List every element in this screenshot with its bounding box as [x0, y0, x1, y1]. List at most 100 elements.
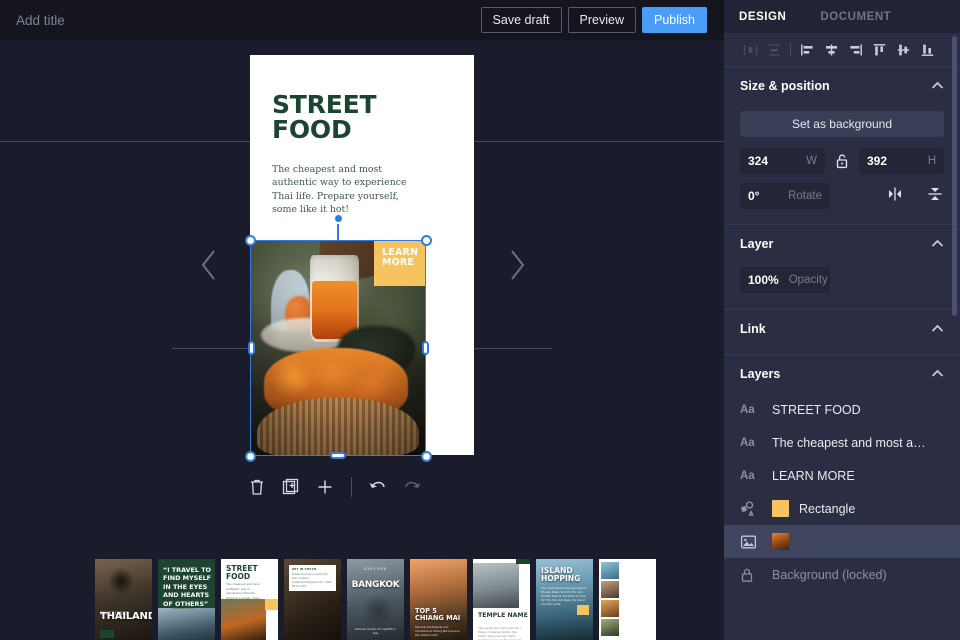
opacity-value: 100%: [748, 273, 779, 287]
page-photo-element[interactable]: LEARNMORE: [250, 240, 426, 455]
thumb-list[interactable]: [599, 559, 656, 640]
layer-item-body-text[interactable]: Aa The cheapest and most authent…: [724, 426, 960, 459]
page-thumbnail-strip: EXPERIENCE THAILAND “I TRAVEL TO FIND MY…: [0, 520, 724, 640]
align-center-horizontal-button[interactable]: [819, 38, 843, 62]
rotate-value: 0°: [748, 189, 759, 203]
thumb-caption: BANGKOK: [347, 581, 404, 590]
thumb-caption: TEMPLE NAME: [478, 613, 528, 620]
previous-page-arrow[interactable]: [196, 245, 222, 285]
thumb-caption: TOP 5 CHIANG MAI: [415, 608, 463, 622]
next-page-arrow[interactable]: [504, 245, 530, 285]
thumb-caption: ISLAND HOPPING: [541, 567, 589, 583]
thumb-island[interactable]: ISLAND HOPPING The most island hopping p…: [536, 559, 593, 640]
save-draft-button[interactable]: Save draft: [481, 7, 562, 33]
height-value: 392: [867, 154, 887, 168]
layer-item-rectangle[interactable]: Rectangle: [724, 492, 960, 525]
align-top-button[interactable]: [867, 38, 891, 62]
distribute-horizontal-button[interactable]: [738, 38, 762, 62]
undo-button[interactable]: [367, 476, 389, 498]
element-toolbar: [246, 472, 431, 502]
page-body-text[interactable]: The cheapest and most authentic way to e…: [272, 163, 412, 216]
thumb-thailand[interactable]: EXPERIENCE THAILAND: [95, 559, 152, 640]
layer-label: Rectangle: [799, 502, 855, 516]
top-bar: Save draft Preview Publish: [0, 0, 724, 40]
thumb-quote[interactable]: “I TRAVEL TO FIND MYSELF IN THE EYES AND…: [158, 559, 215, 640]
publish-button[interactable]: Publish: [642, 7, 707, 33]
chevron-up-icon: [931, 367, 944, 381]
flip-horizontal-icon[interactable]: [886, 186, 904, 207]
preview-button[interactable]: Preview: [568, 7, 636, 33]
height-unit-label: H: [928, 155, 936, 167]
chevron-up-icon: [931, 79, 944, 93]
layer-label: LEARN MORE: [772, 469, 855, 483]
height-input[interactable]: 392 H: [859, 148, 944, 174]
shapes-icon: [740, 501, 762, 516]
layers-heading: Layers: [740, 367, 780, 381]
thumb-caption: THAILAND: [100, 612, 148, 622]
image-icon: [740, 534, 762, 550]
padlock-icon: [740, 567, 762, 583]
delete-element-button[interactable]: [246, 476, 268, 498]
thumb-streetfood[interactable]: STREET FOOD The cheapest and most authen…: [221, 559, 278, 640]
set-as-background-button[interactable]: Set as background: [740, 111, 944, 137]
layer-section-header[interactable]: Layer: [724, 225, 960, 263]
top-bar-actions: Save draft Preview Publish: [481, 7, 707, 33]
width-value: 324: [748, 154, 768, 168]
toolbar-divider: [351, 477, 352, 497]
right-design-panel: DESIGN DOCUMENT: [724, 0, 960, 640]
learn-more-cta[interactable]: LEARNMORE: [374, 240, 426, 286]
thumb-caption: “I TRAVEL TO FIND MYSELF IN THE EYES AND…: [163, 566, 211, 608]
flip-vertical-icon[interactable]: [926, 185, 944, 208]
layer-item-learn-more[interactable]: Aa LEARN MORE: [724, 459, 960, 492]
thumb-contact[interactable]: GET IN TOUCH Experience the unique Thai …: [284, 559, 341, 640]
page-title-text[interactable]: STREETFOOD: [272, 93, 452, 142]
page-canvas[interactable]: STREETFOOD The cheapest and most authent…: [250, 55, 474, 455]
layers-section-header[interactable]: Layers: [724, 355, 960, 393]
distribute-vertical-button[interactable]: [762, 38, 786, 62]
thumb-bangkok[interactable]: EXPLORE BANGKOK Discover modern for nigh…: [347, 559, 404, 640]
alignment-toolbar: [724, 33, 960, 67]
layer-heading: Layer: [740, 237, 773, 251]
image-layer-thumbnail: [772, 533, 789, 550]
editor-root: Save draft Preview Publish STREETFOOD Th…: [0, 0, 960, 640]
align-right-button[interactable]: [843, 38, 867, 62]
rotate-label: Rotate: [788, 190, 822, 202]
chevron-up-icon: [931, 322, 944, 336]
size-position-heading: Size & position: [740, 79, 830, 93]
canvas-area[interactable]: STREETFOOD The cheapest and most authent…: [0, 40, 724, 640]
align-left-button[interactable]: [795, 38, 819, 62]
rectangle-color-swatch: [772, 500, 789, 517]
layers-list: Aa STREET FOOD Aa The cheapest and most …: [724, 393, 960, 591]
page-thumbnails: EXPERIENCE THAILAND “I TRAVEL TO FIND MY…: [95, 559, 656, 640]
panel-tabs: DESIGN DOCUMENT: [724, 0, 960, 33]
text-aa-icon: Aa: [740, 470, 762, 482]
rotate-input[interactable]: 0° Rotate: [740, 183, 830, 209]
link-section-header[interactable]: Link: [724, 310, 960, 348]
layer-label: The cheapest and most authent…: [772, 436, 928, 450]
layer-item-street-food[interactable]: Aa STREET FOOD: [724, 393, 960, 426]
chevron-up-icon: [931, 237, 944, 251]
width-input[interactable]: 324 W: [740, 148, 825, 174]
size-position-section-header[interactable]: Size & position: [724, 67, 960, 105]
document-title-input[interactable]: [16, 13, 316, 28]
layer-label: STREET FOOD: [772, 403, 861, 417]
layer-label: Background (locked): [772, 568, 887, 582]
layer-item-background[interactable]: Background (locked): [724, 558, 960, 591]
thumb-chiangmai[interactable]: TOP 5 CHIANG MAI Discover the temples an…: [410, 559, 467, 640]
align-bottom-button[interactable]: [915, 38, 939, 62]
add-element-button[interactable]: [314, 476, 336, 498]
align-middle-vertical-button[interactable]: [891, 38, 915, 62]
tab-design[interactable]: DESIGN: [739, 11, 786, 23]
alignment-divider: [790, 43, 791, 56]
text-aa-icon: Aa: [740, 437, 762, 449]
layer-item-image[interactable]: [724, 525, 960, 558]
size-fields-row: 324 W 392 H: [740, 148, 944, 174]
opacity-input[interactable]: 100% Opacity: [740, 267, 830, 293]
unlocked-padlock-icon[interactable]: [825, 153, 859, 169]
panel-vertical-scrollbar[interactable]: [952, 36, 957, 316]
tab-document[interactable]: DOCUMENT: [820, 11, 891, 23]
opacity-label: Opacity: [789, 274, 828, 286]
duplicate-element-button[interactable]: [280, 476, 302, 498]
redo-button[interactable]: [401, 476, 423, 498]
thumb-temple[interactable]: TEMPLE NAME This sacred spot surrounds t…: [473, 559, 530, 640]
